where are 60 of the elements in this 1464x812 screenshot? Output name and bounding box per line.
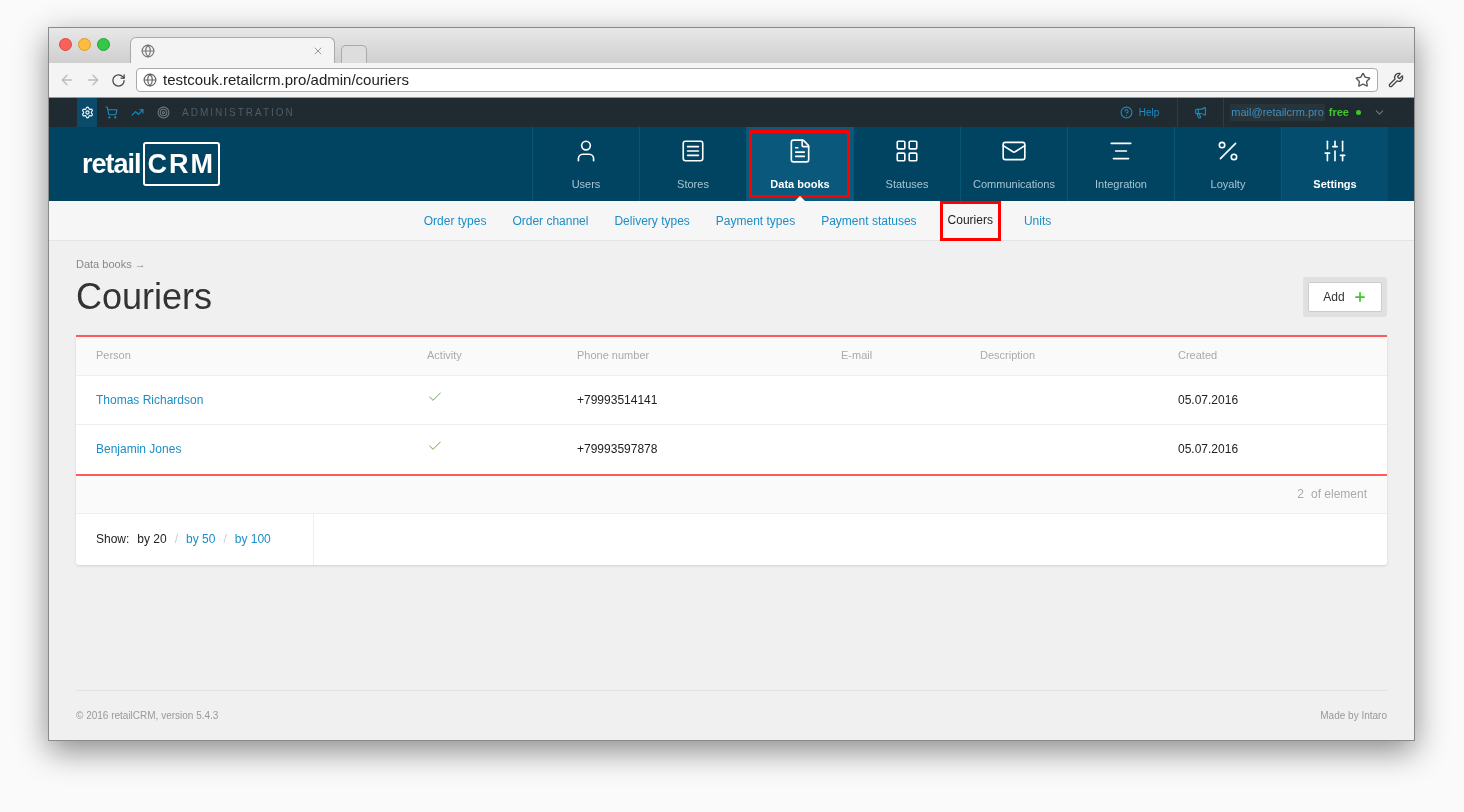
globe-icon xyxy=(141,43,155,58)
target-icon[interactable] xyxy=(157,106,170,119)
table-cell-text: 05.07.2016 xyxy=(1178,391,1240,409)
back-icon[interactable] xyxy=(59,72,75,88)
column-header: Description xyxy=(980,348,1037,364)
subnav-link[interactable]: Delivery types xyxy=(611,200,693,241)
column-header: E-mail xyxy=(841,348,874,364)
person-link[interactable]: Benjamin Jones xyxy=(96,440,427,458)
window-icon xyxy=(680,137,706,164)
help-link[interactable]: Help xyxy=(1119,105,1160,120)
table-cell-text: 05.07.2016 xyxy=(1178,441,1240,458)
bookmark-star-icon[interactable] xyxy=(1355,72,1371,88)
new-tab-button[interactable] xyxy=(341,45,367,63)
column-header: Person xyxy=(96,348,132,364)
separator: / xyxy=(174,531,179,548)
address-field[interactable]: testcouk.retailcrm.pro/admin/couriers xyxy=(136,68,1378,92)
plan-label: free xyxy=(1328,105,1349,121)
column-header: Activity xyxy=(427,348,463,364)
subnav-link[interactable]: Payment types xyxy=(712,200,799,241)
page-size-link[interactable]: by 100 xyxy=(234,530,271,548)
subnav-link[interactable]: Units xyxy=(1020,200,1055,241)
cart-icon[interactable] xyxy=(105,106,118,119)
table-cell-text: +79993597878 xyxy=(577,441,659,458)
zoom-window-control[interactable] xyxy=(97,38,110,51)
count-label: of element xyxy=(1310,486,1367,503)
plus-icon xyxy=(1352,289,1367,304)
page-size-link[interactable]: by 20 xyxy=(137,530,167,548)
minimize-window-control[interactable] xyxy=(78,38,91,51)
separator: / xyxy=(223,531,227,548)
column-header: Phone number xyxy=(577,348,651,364)
add-button[interactable]: Add xyxy=(1308,281,1382,312)
table-cell-text: +79993514141 xyxy=(577,391,659,409)
forward-icon[interactable] xyxy=(85,72,101,88)
subnav-link[interactable]: Payment statuses xyxy=(818,200,920,241)
subnav-link[interactable]: Order channel xyxy=(509,200,592,241)
reload-icon[interactable] xyxy=(111,72,126,88)
column-header: Created xyxy=(1178,348,1219,364)
globe-icon xyxy=(143,73,157,87)
nav-tab[interactable]: Settings xyxy=(1281,127,1388,201)
page-size-link[interactable]: by 50 xyxy=(186,530,216,548)
chart-icon[interactable] xyxy=(131,106,144,119)
account-email[interactable]: mail@retailcrm.pro xyxy=(1230,104,1325,121)
browser-tab[interactable] xyxy=(130,37,335,63)
nav-tab[interactable]: Data books xyxy=(746,127,853,201)
subnav-link[interactable]: Couriers xyxy=(939,200,1001,241)
show-label: Show: xyxy=(96,531,130,548)
megaphone-icon[interactable] xyxy=(1194,106,1208,119)
element-count: 2 xyxy=(1297,486,1304,503)
credit-text: Made by Intaro xyxy=(1320,709,1387,723)
copyright-text: © 2016 retailCRM, version 5.4.3 xyxy=(76,709,219,723)
sliders-icon xyxy=(1322,137,1348,164)
wrench-icon[interactable] xyxy=(1388,72,1404,88)
person-link[interactable]: Thomas Richardson xyxy=(96,390,427,409)
breadcrumb-link[interactable]: Data books → xyxy=(76,256,213,273)
gear-icon[interactable] xyxy=(77,98,97,127)
close-window-control[interactable] xyxy=(59,38,72,51)
grid-icon xyxy=(894,137,920,164)
subnav-link[interactable]: Order types xyxy=(420,200,490,241)
help-icon xyxy=(1119,106,1133,119)
page-title: Couriers xyxy=(76,274,213,319)
